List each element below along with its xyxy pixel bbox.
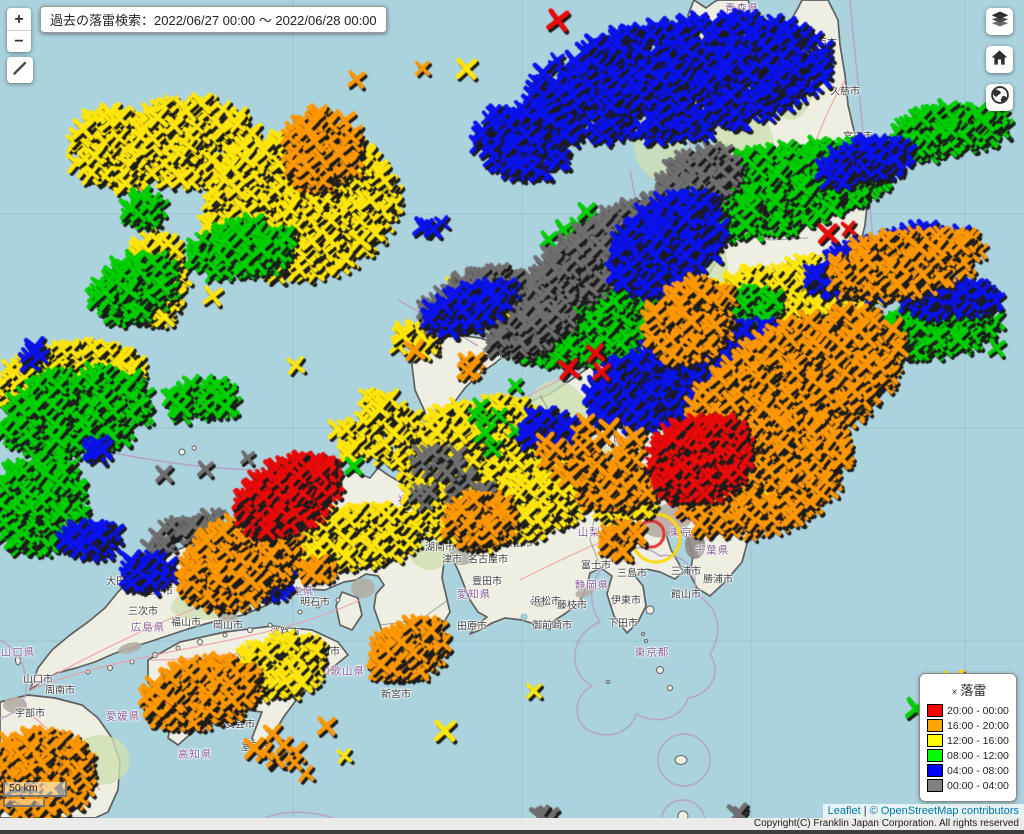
home-button[interactable] (986, 46, 1013, 73)
search-period-title: 過去の落雷検索：2022/06/27 00:00 ～ 2022/06/28 00… (40, 6, 387, 33)
legend-item-label: 00:00 - 04:00 (947, 780, 1009, 792)
legend-swatch (927, 749, 943, 762)
legend-swatch (927, 704, 943, 717)
legend-item-label: 12:00 - 16:00 (947, 735, 1009, 747)
legend: ×落雷 20:00 - 00:00 16:00 - 20:00 12:00 - 16… (919, 673, 1017, 802)
copyright-bar: Copyright(C) Franklin Japan Corporation.… (0, 818, 1024, 830)
attribution-separator: | (864, 805, 867, 817)
globe-icon (990, 85, 1010, 110)
zoom-out-button[interactable]: − (7, 30, 31, 52)
home-icon (990, 48, 1009, 72)
polyline-draw-icon (11, 59, 29, 82)
draw-polyline-button[interactable] (7, 57, 33, 83)
layers-button[interactable] (986, 8, 1013, 35)
legend-item: 08:00 - 12:00 (927, 749, 1011, 762)
legend-item: 16:00 - 20:00 (927, 719, 1011, 732)
basemap (0, 0, 1024, 818)
legend-item: 04:00 - 08:00 (927, 764, 1011, 777)
legend-swatch (927, 764, 943, 777)
legend-item: 00:00 - 04:00 (927, 779, 1011, 792)
legend-item-label: 16:00 - 20:00 (947, 720, 1009, 732)
legend-item-label: 08:00 - 12:00 (947, 750, 1009, 762)
globe-button[interactable] (986, 84, 1013, 111)
legend-swatch (927, 779, 943, 792)
zoom-in-button[interactable]: + (7, 8, 31, 30)
legend-item: 20:00 - 00:00 (927, 704, 1011, 717)
legend-swatch (927, 734, 943, 747)
map-viewport[interactable]: 弘前市十和田市八戸市久慈市八幡平市宮古市輪島市珠洲市金沢市小松市上田市可児市飯田… (0, 0, 1024, 818)
legend-marker-symbol: × (952, 687, 958, 698)
map-attribution: Leaflet | © OpenStreetMap contributors (823, 804, 1024, 818)
legend-item-label: 04:00 - 08:00 (947, 765, 1009, 777)
layers-icon (990, 9, 1010, 34)
leaflet-link[interactable]: Leaflet (828, 805, 861, 817)
legend-title-text: 落雷 (960, 683, 986, 698)
window-bottom-strip (0, 830, 1024, 834)
zoom-control: + − (7, 8, 31, 52)
legend-item: 12:00 - 16:00 (927, 734, 1011, 747)
legend-title: ×落雷 (927, 680, 1011, 699)
legend-swatch (927, 719, 943, 732)
legend-item-label: 20:00 - 00:00 (947, 705, 1009, 717)
legend-items: 20:00 - 00:00 16:00 - 20:00 12:00 - 16:00 0… (927, 704, 1011, 792)
osm-link[interactable]: © OpenStreetMap contributors (870, 805, 1019, 817)
